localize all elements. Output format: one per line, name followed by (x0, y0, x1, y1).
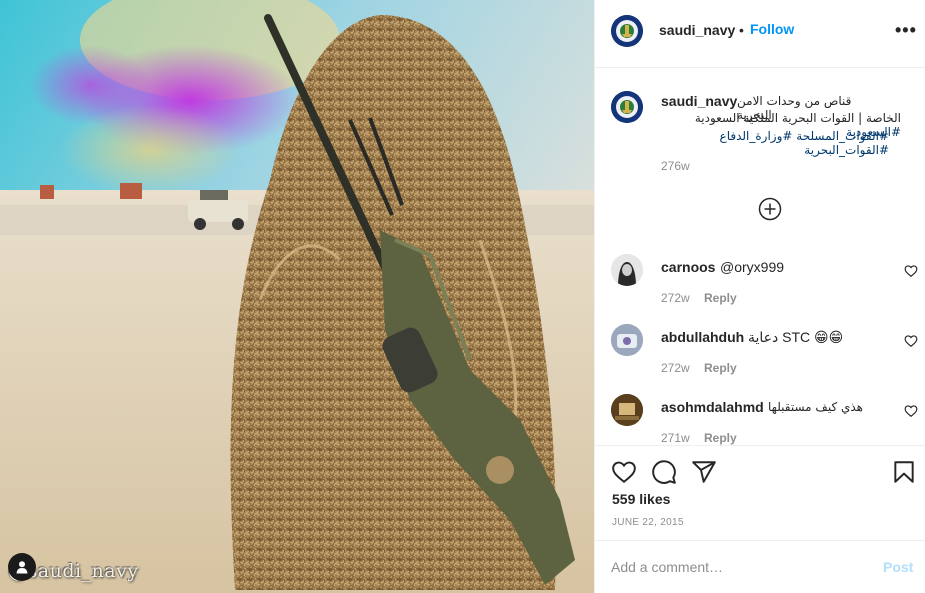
commenter-avatar[interactable] (611, 324, 643, 356)
send-icon[interactable] (691, 459, 717, 485)
more-options-icon[interactable]: ••• (895, 20, 917, 44)
comment-username[interactable]: asohmdalahmd (661, 399, 764, 415)
hashtag-link[interactable]: #وزارة_الدفاع (720, 129, 793, 143)
follow-button[interactable]: Follow (750, 21, 794, 37)
comment-text[interactable]: دعاية STC 😁😁 (748, 329, 843, 346)
sniper-photo (0, 0, 594, 593)
post-comment-button[interactable]: Post (883, 559, 913, 575)
comment-timestamp[interactable]: 271w (661, 431, 690, 445)
caption-line-3: #القوات_المسلحة #وزارة_الدفاع #القوات_ال… (661, 129, 889, 157)
caption-username[interactable]: saudi_navy (661, 93, 737, 109)
heart-icon[interactable] (611, 459, 637, 485)
comment-icon[interactable] (651, 459, 677, 485)
load-more-comments-button[interactable] (758, 197, 782, 221)
likes-count[interactable]: 559 likes (612, 491, 670, 507)
heart-icon[interactable] (904, 264, 918, 278)
comment-text[interactable]: @oryx999 (720, 259, 784, 275)
comment-input[interactable] (611, 557, 861, 577)
plus-circle-icon (758, 197, 782, 221)
bookmark-icon[interactable] (891, 459, 917, 485)
caption-avatar[interactable] (611, 91, 643, 123)
avatar-image (611, 394, 643, 426)
author-avatar[interactable] (611, 15, 643, 47)
comment-item: carnoos @oryx999 272w Reply (595, 254, 925, 316)
reply-button[interactable]: Reply (704, 361, 737, 375)
comment-item: asohmdalahmd هذي كيف مستقبلها 271w Reply (595, 394, 925, 445)
heart-icon[interactable] (904, 334, 918, 348)
comments-list[interactable]: saudi_navy قناص من وحدات الامن البحرية ا… (595, 69, 925, 445)
comment-timestamp[interactable]: 272w (661, 361, 690, 375)
comment-text[interactable]: هذي كيف مستقبلها (768, 400, 863, 414)
commenter-avatar[interactable] (611, 394, 643, 426)
comment-item: abdullahduh دعاية STC 😁😁 272w Reply (595, 324, 925, 386)
comment-username[interactable]: carnoos (661, 259, 715, 275)
person-icon (16, 561, 28, 574)
heart-icon[interactable] (904, 404, 918, 418)
hashtag-link[interactable]: #القوات_المسلحة (796, 129, 889, 143)
avatar-image (611, 324, 643, 356)
commenter-avatar[interactable] (611, 254, 643, 286)
reply-button[interactable]: Reply (704, 431, 737, 445)
hashtag-link[interactable]: #القوات_البحرية (804, 143, 889, 157)
navy-emblem-icon (611, 15, 643, 47)
avatar-image (611, 254, 643, 286)
reply-button[interactable]: Reply (704, 291, 737, 305)
post-header: saudi_navy • Follow ••• (595, 0, 925, 68)
add-comment-bar: Post (595, 540, 925, 593)
navy-emblem-icon (611, 91, 643, 123)
comment-username[interactable]: abdullahduh (661, 329, 744, 345)
user-tag-button[interactable] (8, 553, 36, 581)
post-side-panel: saudi_navy • Follow ••• saudi_navy قناص … (594, 0, 925, 593)
caption-timestamp[interactable]: 276w (661, 159, 690, 173)
author-username[interactable]: saudi_navy (659, 22, 735, 38)
header-separator: • (739, 22, 744, 38)
post-photo[interactable]: @saudi_navy (0, 0, 594, 593)
comment-timestamp[interactable]: 272w (661, 291, 690, 305)
caption-text: الخاصة | القوات البحرية الملكية السعودية (694, 111, 901, 125)
post-actions: 559 likes JUNE 22, 2015 (595, 445, 925, 541)
post-date[interactable]: JUNE 22, 2015 (612, 517, 684, 528)
